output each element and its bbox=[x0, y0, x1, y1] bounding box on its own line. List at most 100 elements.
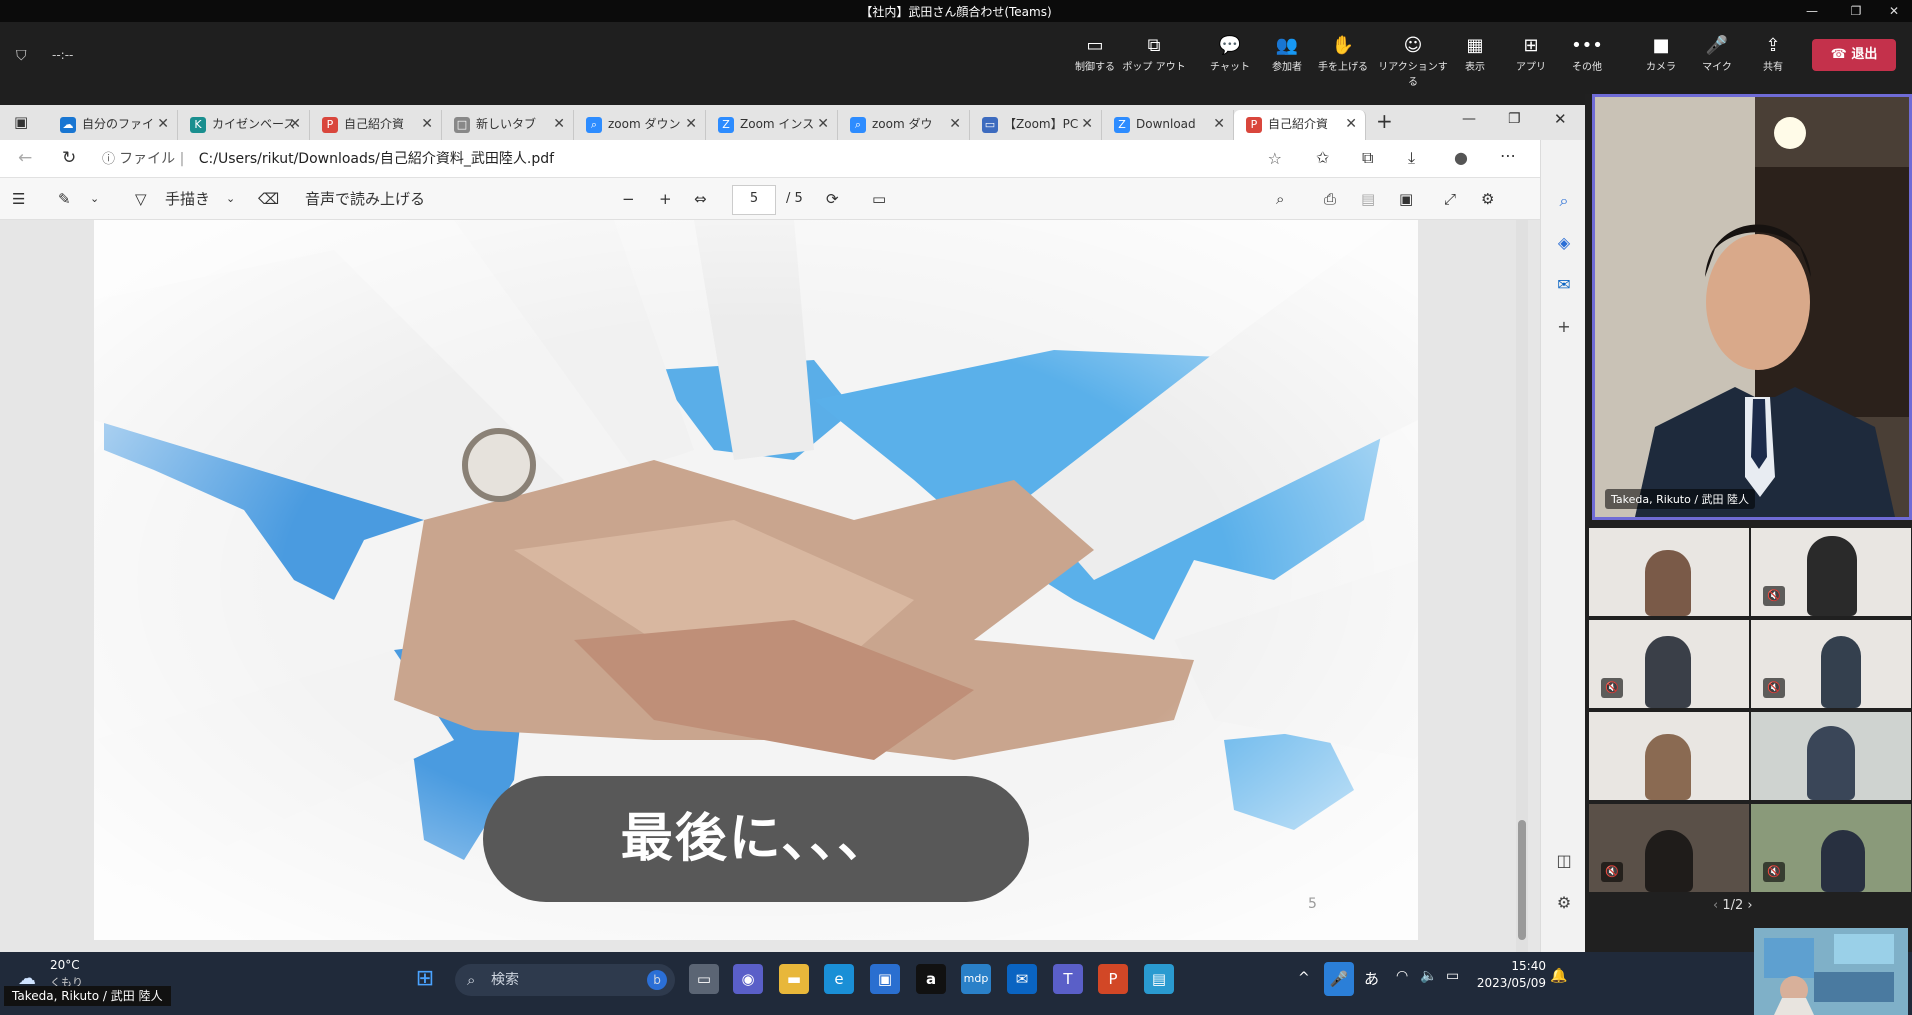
page-view-icon[interactable]: ▭ bbox=[872, 188, 886, 210]
menu-more-icon[interactable]: ⋯ bbox=[1500, 146, 1516, 165]
zoom-in-icon[interactable]: + bbox=[659, 188, 672, 210]
browser-close-icon[interactable]: ✕ bbox=[1554, 110, 1567, 128]
browser-restore-icon[interactable]: ❐ bbox=[1508, 111, 1521, 127]
camera-button[interactable]: ■ カメラ bbox=[1629, 34, 1693, 73]
mic-button[interactable]: 🎤 マイク bbox=[1685, 34, 1749, 73]
gear-icon[interactable]: ⚙ bbox=[1481, 188, 1494, 210]
close-button[interactable]: ✕ bbox=[1872, 0, 1912, 22]
outlook-icon[interactable]: ✉ bbox=[1553, 274, 1575, 296]
refresh-icon[interactable]: ↻ bbox=[62, 148, 76, 168]
participant-tile[interactable]: 🔇 bbox=[1751, 804, 1911, 892]
tab-close-icon[interactable]: ✕ bbox=[949, 110, 961, 138]
minimize-button[interactable]: — bbox=[1790, 0, 1834, 22]
amazon-icon[interactable]: a bbox=[916, 964, 946, 994]
chevron-left-icon[interactable]: ‹ bbox=[1713, 898, 1722, 913]
share-button[interactable]: ⇪ 共有 bbox=[1741, 34, 1805, 73]
chevron-right-icon[interactable]: › bbox=[1747, 898, 1752, 913]
collections-icon[interactable]: ⧉ bbox=[1362, 148, 1373, 168]
participant-tile[interactable] bbox=[1751, 712, 1911, 800]
browser-tab[interactable]: ▭ 【Zoom】PC ✕ bbox=[970, 110, 1102, 140]
windows-start-icon[interactable]: ⊞ bbox=[410, 964, 440, 994]
battery-icon[interactable]: ▭ bbox=[1446, 968, 1459, 984]
weather-temp[interactable]: 20°C bbox=[50, 958, 80, 972]
save-as-icon[interactable]: ▣ bbox=[1399, 188, 1413, 210]
read-aloud-button[interactable]: 音声で読み上げる bbox=[305, 188, 425, 210]
back-icon[interactable]: ← bbox=[18, 148, 32, 168]
teams-chat-icon[interactable]: ◉ bbox=[733, 964, 763, 994]
store-icon[interactable]: ▣ bbox=[870, 964, 900, 994]
mic-active-icon[interactable]: 🎤 bbox=[1324, 962, 1354, 996]
tab-close-icon[interactable]: ✕ bbox=[421, 110, 433, 138]
notepad-icon[interactable]: ▤ bbox=[1144, 964, 1174, 994]
copilot-icon[interactable]: ◈ bbox=[1553, 232, 1575, 254]
scrollbar[interactable] bbox=[1516, 220, 1528, 952]
browser-minimize-icon[interactable]: — bbox=[1462, 111, 1476, 127]
tab-close-icon[interactable]: ✕ bbox=[157, 110, 169, 138]
sidebar-toggle-icon[interactable]: ◫ bbox=[1553, 850, 1575, 872]
browser-tab[interactable]: Z Download ✕ bbox=[1102, 110, 1234, 140]
draw-label[interactable]: 手描き bbox=[165, 188, 210, 210]
control-button[interactable]: ▭ 制御する bbox=[1063, 34, 1127, 73]
tab-close-icon[interactable]: ✕ bbox=[1213, 110, 1225, 138]
view-button[interactable]: ▦ 表示 bbox=[1443, 34, 1507, 73]
volume-muted-icon[interactable]: 🔈 bbox=[1420, 968, 1437, 984]
task-view-icon[interactable]: ▭ bbox=[689, 964, 719, 994]
popout-button[interactable]: ⧉ ポップ アウト bbox=[1122, 34, 1186, 73]
downloads-icon[interactable]: ⤓ bbox=[1408, 148, 1415, 168]
main-video-tile[interactable]: Takeda, Rikuto / 武田 陸人 bbox=[1592, 94, 1912, 520]
url-field[interactable]: ⓘ ファイル | C:/Users/rikut/Downloads/自己紹介資料… bbox=[102, 145, 1282, 173]
favorite-add-icon[interactable]: ☆ bbox=[1268, 145, 1282, 173]
pdf-viewport[interactable]: 最後に、、、 5 bbox=[0, 220, 1540, 952]
participant-tile[interactable]: 🔇 bbox=[1589, 804, 1749, 892]
browser-tab[interactable]: Z Zoom インス ✕ bbox=[706, 110, 838, 140]
participant-tile[interactable] bbox=[1589, 528, 1749, 616]
self-view-video[interactable] bbox=[1754, 928, 1908, 1015]
tab-actions-icon[interactable]: ▣ bbox=[14, 113, 28, 131]
chevron-down-icon[interactable]: ⌄ bbox=[90, 188, 99, 210]
scrollbar-thumb[interactable] bbox=[1518, 820, 1526, 940]
browser-tab[interactable]: ⌕ zoom ダウ ✕ bbox=[838, 110, 970, 140]
browser-tab[interactable]: ☁ 自分のファイ ✕ bbox=[48, 110, 178, 140]
notification-bell-icon[interactable]: 🔔 bbox=[1550, 968, 1567, 984]
zoom-out-icon[interactable]: − bbox=[622, 188, 635, 210]
save-icon[interactable]: ▤ bbox=[1361, 188, 1375, 210]
favorites-icon[interactable]: ✩ bbox=[1316, 148, 1329, 167]
chat-button[interactable]: 💬 チャット bbox=[1198, 34, 1262, 73]
apps-button[interactable]: ⊞ アプリ bbox=[1499, 34, 1563, 73]
tab-close-icon[interactable]: ✕ bbox=[1345, 110, 1357, 138]
browser-tab[interactable]: K カイゼンベース ✕ bbox=[178, 110, 310, 140]
participant-tile[interactable] bbox=[1589, 712, 1749, 800]
search-icon[interactable]: ⌕ bbox=[1553, 190, 1575, 212]
chevron-down-icon[interactable]: ⌄ bbox=[226, 188, 235, 210]
teams-icon[interactable]: T bbox=[1053, 964, 1083, 994]
mdp-icon[interactable]: mdp bbox=[961, 964, 991, 994]
print-icon[interactable]: ⎙ bbox=[1324, 188, 1336, 210]
ime-indicator[interactable]: あ bbox=[1364, 968, 1379, 989]
tab-close-icon[interactable]: ✕ bbox=[289, 110, 301, 138]
powerpoint-icon[interactable]: P bbox=[1098, 964, 1128, 994]
file-explorer-icon[interactable]: ▬ bbox=[779, 964, 809, 994]
tab-close-icon[interactable]: ✕ bbox=[1081, 110, 1093, 138]
fit-page-icon[interactable]: ⇔ bbox=[694, 188, 707, 210]
new-tab-plus-icon[interactable]: + bbox=[1376, 109, 1393, 133]
rotate-icon[interactable]: ⟳ bbox=[826, 188, 839, 210]
raise-hand-button[interactable]: ✋ 手を上げる bbox=[1311, 34, 1375, 73]
add-icon[interactable]: + bbox=[1553, 316, 1575, 338]
participant-tile[interactable]: 🔇 bbox=[1589, 620, 1749, 708]
participant-tile[interactable]: 🔇 bbox=[1751, 620, 1911, 708]
browser-tab[interactable]: ⌕ zoom ダウン ✕ bbox=[574, 110, 706, 140]
participants-button[interactable]: 👥 参加者 bbox=[1255, 34, 1319, 73]
leave-button[interactable]: ☎ 退出 bbox=[1812, 39, 1896, 71]
draw-icon[interactable]: ▽ bbox=[135, 188, 147, 210]
profile-icon[interactable]: ● bbox=[1454, 148, 1468, 167]
page-number-input[interactable]: 5 bbox=[732, 185, 776, 215]
tab-close-icon[interactable]: ✕ bbox=[685, 110, 697, 138]
tab-close-icon[interactable]: ✕ bbox=[817, 110, 829, 138]
more-button[interactable]: ••• その他 bbox=[1555, 34, 1619, 73]
outlook-icon[interactable]: ✉ bbox=[1007, 964, 1037, 994]
contents-icon[interactable]: ☰ bbox=[12, 188, 25, 210]
eraser-icon[interactable]: ⌫ bbox=[258, 188, 279, 210]
taskbar-clock[interactable]: 15:40 2023/05/09 bbox=[1474, 958, 1546, 992]
highlight-icon[interactable]: ✎ bbox=[58, 188, 71, 210]
tab-close-icon[interactable]: ✕ bbox=[553, 110, 565, 138]
